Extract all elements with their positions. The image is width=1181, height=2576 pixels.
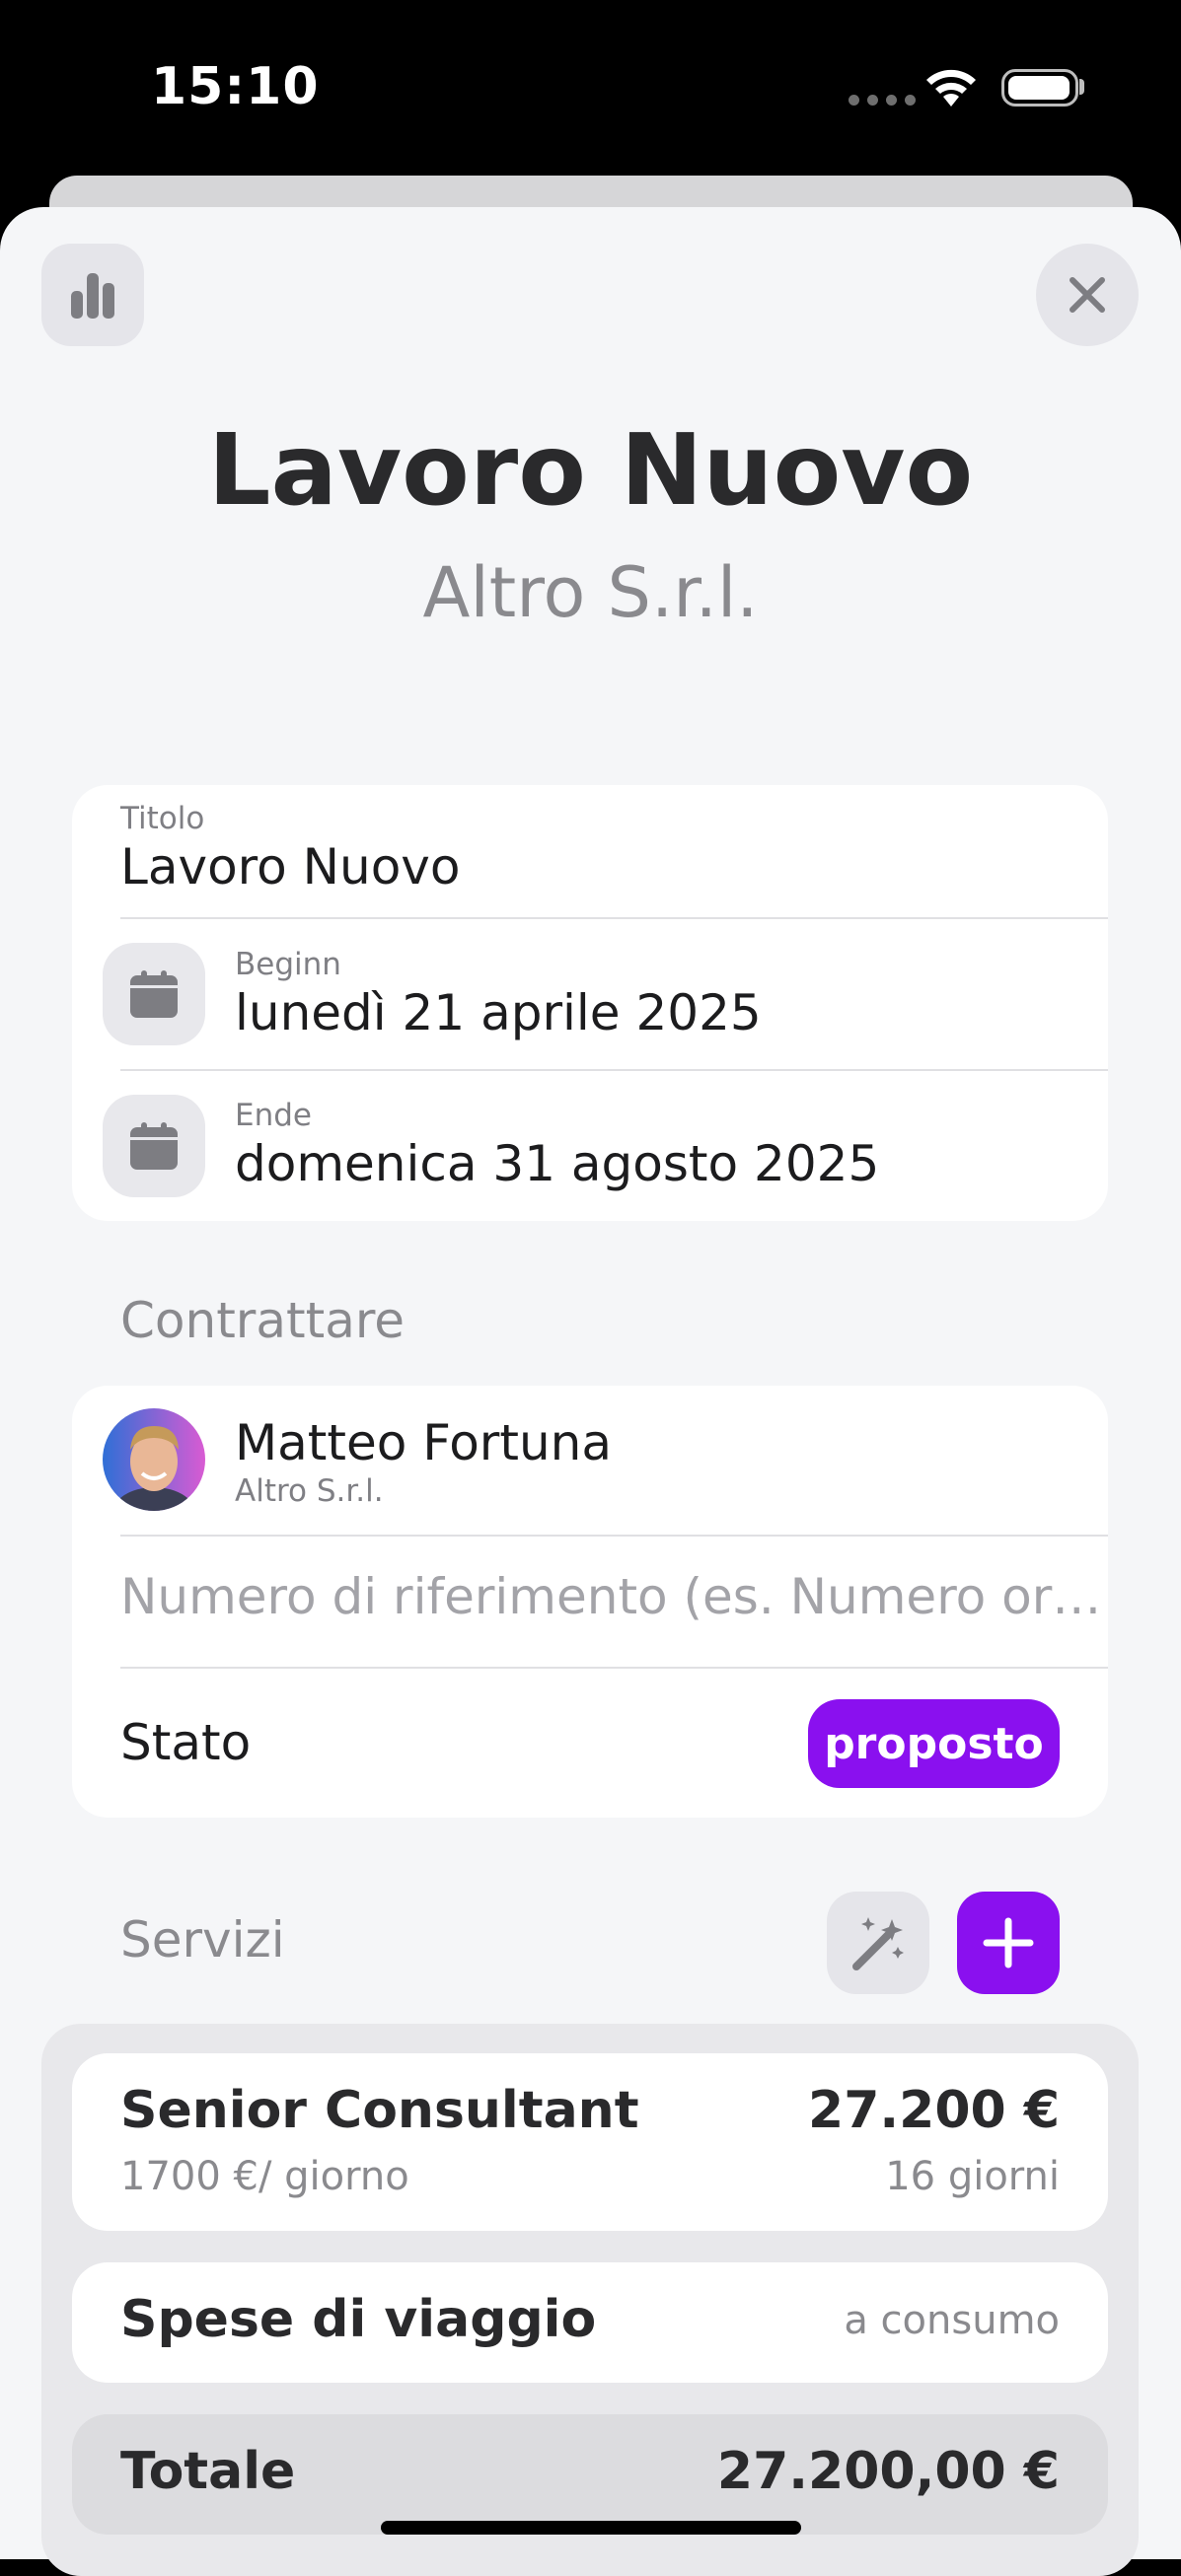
service-quantity: 16 giorni bbox=[885, 2154, 1060, 2199]
reference-number-input[interactable]: Numero di riferimento (es. Numero or… bbox=[120, 1568, 1097, 1625]
chart-icon bbox=[71, 273, 114, 319]
end-label: Ende bbox=[235, 1098, 312, 1133]
battery-icon bbox=[1001, 69, 1078, 107]
magic-wand-icon bbox=[852, 1917, 904, 1970]
cellular-icon bbox=[849, 95, 916, 106]
wifi-icon bbox=[926, 69, 976, 107]
service-item[interactable] bbox=[72, 2053, 1108, 2231]
service-amount: 27.200 € bbox=[808, 2081, 1060, 2140]
auto-generate-button[interactable] bbox=[827, 1892, 929, 1994]
statistics-button[interactable] bbox=[41, 244, 144, 346]
page-subtitle: Altro S.r.l. bbox=[422, 552, 759, 633]
status-label: Stato bbox=[120, 1714, 252, 1771]
divider bbox=[120, 1069, 1108, 1071]
services-section-header: Servizi bbox=[120, 1911, 285, 1968]
calendar-icon bbox=[130, 1122, 178, 1170]
titolo-input[interactable]: Lavoro Nuovo bbox=[120, 838, 460, 895]
calendar-icon bbox=[130, 970, 178, 1018]
begin-label: Beginn bbox=[235, 947, 341, 982]
divider bbox=[120, 1535, 1108, 1537]
add-service-button[interactable] bbox=[957, 1892, 1060, 1994]
begin-date-value[interactable]: lunedì 21 aprile 2025 bbox=[235, 984, 762, 1041]
contact-name[interactable]: Matteo Fortuna bbox=[235, 1414, 612, 1471]
plus-icon bbox=[983, 1917, 1034, 1968]
total-value: 27.200,00 € bbox=[716, 2442, 1060, 2501]
divider bbox=[120, 917, 1108, 919]
contact-company: Altro S.r.l. bbox=[235, 1473, 384, 1509]
home-indicator[interactable] bbox=[381, 2521, 801, 2535]
end-date-button[interactable] bbox=[103, 1095, 205, 1197]
service-name: Spese di viaggio bbox=[120, 2290, 597, 2349]
status-time: 15:10 bbox=[151, 57, 320, 116]
status-badge-button[interactable]: proposto bbox=[808, 1699, 1060, 1788]
contract-section-header: Contrattare bbox=[120, 1292, 406, 1349]
end-date-value[interactable]: domenica 31 agosto 2025 bbox=[235, 1135, 879, 1192]
battery-tip bbox=[1079, 79, 1084, 95]
total-label: Totale bbox=[120, 2442, 296, 2501]
close-button[interactable] bbox=[1036, 244, 1139, 346]
divider bbox=[120, 1667, 1108, 1669]
close-icon bbox=[1070, 277, 1105, 313]
service-name: Senior Consultant bbox=[120, 2081, 639, 2140]
avatar[interactable] bbox=[103, 1408, 205, 1511]
begin-date-button[interactable] bbox=[103, 943, 205, 1045]
page-title: Lavoro Nuovo bbox=[207, 412, 974, 528]
titolo-label: Titolo bbox=[120, 801, 205, 836]
service-rate: 1700 €/ giorno bbox=[120, 2154, 409, 2199]
service-billing-type: a consumo bbox=[844, 2298, 1060, 2343]
